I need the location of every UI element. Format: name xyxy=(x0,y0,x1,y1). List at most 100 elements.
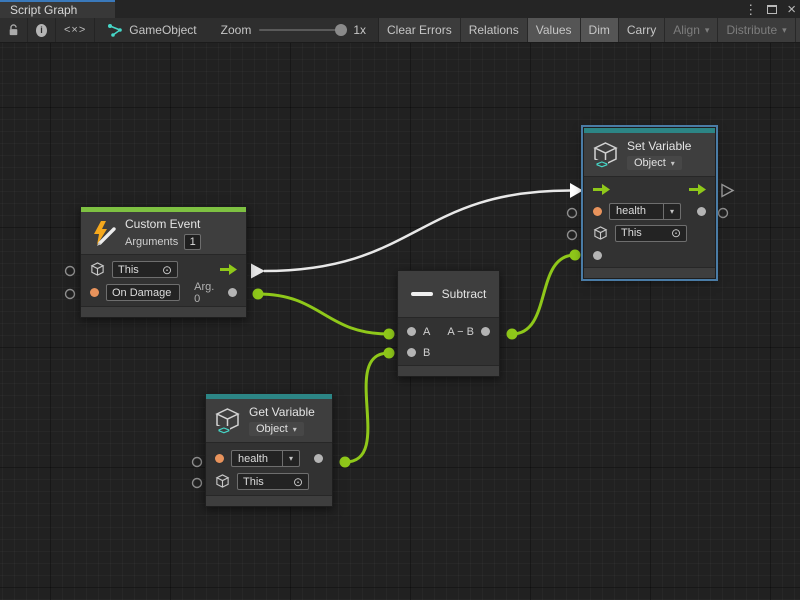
outer-port xyxy=(193,479,202,488)
window-controls: ⋮ × xyxy=(744,0,796,18)
node-title: Subtract xyxy=(442,287,487,301)
tab-script-graph[interactable]: Script Graph xyxy=(0,0,115,18)
node-title: Custom Event xyxy=(125,217,200,231)
flow-output-arrow-icon[interactable] xyxy=(689,184,706,195)
variable-kind-dropdown[interactable]: Object ▾ xyxy=(627,156,682,170)
outer-port xyxy=(719,209,728,218)
value-wire-arg-to-a xyxy=(258,294,389,334)
chevron-down-icon: ▾ xyxy=(671,159,675,168)
chevron-down-icon: ▾ xyxy=(663,204,680,219)
input-b-port[interactable] xyxy=(407,348,416,357)
input-a-label: A xyxy=(423,326,430,338)
cube-icon xyxy=(215,474,230,489)
input-a-port[interactable] xyxy=(407,327,416,336)
chevron-down-icon: ▾ xyxy=(282,451,299,466)
zoom-value: 1x xyxy=(353,23,366,37)
value-wire-get-to-b xyxy=(345,353,389,462)
gameobject-label: GameObject xyxy=(129,23,196,37)
gameobject-context[interactable]: GameObject xyxy=(95,18,210,42)
tab-bar: Script Graph ⋮ × xyxy=(0,0,800,18)
values-toggle[interactable]: Values xyxy=(528,18,581,42)
value-output-port[interactable] xyxy=(314,454,323,463)
custom-event-icon xyxy=(89,219,117,247)
variable-angle-icon: <> xyxy=(217,426,230,437)
code-icon: <×> xyxy=(64,24,86,36)
info-button[interactable]: i xyxy=(28,18,56,42)
graph-canvas[interactable]: Custom Event Arguments 1 This ⊙ xyxy=(0,43,800,600)
flow-input-arrow-icon[interactable] xyxy=(593,184,610,195)
chevron-down-icon: ▾ xyxy=(705,25,710,36)
outer-port xyxy=(568,209,577,218)
event-name-field[interactable]: On Damage xyxy=(106,284,180,301)
this-target-field[interactable]: This ⊙ xyxy=(112,261,178,278)
clear-errors-button[interactable]: Clear Errors xyxy=(379,18,461,42)
cube-icon xyxy=(90,262,105,277)
node-custom-event[interactable]: Custom Event Arguments 1 This ⊙ xyxy=(80,206,247,318)
node-title: Get Variable xyxy=(249,405,315,419)
variable-kind-dropdown[interactable]: Object ▾ xyxy=(249,422,304,436)
value-output-port[interactable] xyxy=(697,207,706,216)
align-dropdown[interactable]: Align▾ xyxy=(665,18,718,42)
this-target-field[interactable]: This ⊙ xyxy=(615,225,687,242)
new-value-input-port[interactable] xyxy=(593,251,602,260)
window-menu-icon[interactable]: ⋮ xyxy=(744,3,757,16)
variable-name-dropdown[interactable]: health ▾ xyxy=(231,450,300,467)
flow-wire xyxy=(264,191,570,272)
maximize-icon[interactable] xyxy=(767,5,777,14)
zoom-control: Zoom 1x xyxy=(211,18,376,42)
outer-port xyxy=(193,458,202,467)
zoom-label: Zoom xyxy=(221,23,252,37)
outer-port xyxy=(66,267,75,276)
subtract-icon xyxy=(411,292,433,296)
outer-port xyxy=(66,290,75,299)
distribute-dropdown[interactable]: Distribute▾ xyxy=(718,18,795,42)
code-view-button[interactable]: <×> xyxy=(56,18,95,42)
chevron-down-icon: ▾ xyxy=(293,425,297,434)
object-picker-icon[interactable]: ⊙ xyxy=(162,264,172,276)
this-target-field[interactable]: This ⊙ xyxy=(237,473,309,490)
variable-name-port[interactable] xyxy=(215,454,224,463)
close-icon[interactable]: × xyxy=(787,2,796,17)
node-footer xyxy=(584,267,715,278)
node-footer xyxy=(206,495,332,506)
variable-name-dropdown[interactable]: health ▾ xyxy=(609,203,681,220)
carry-toggle[interactable]: Carry xyxy=(619,18,665,42)
variable-name-port[interactable] xyxy=(593,207,602,216)
input-b-label: B xyxy=(423,347,430,359)
output-label: A − B xyxy=(447,326,474,338)
arg0-output-port[interactable] xyxy=(228,288,237,297)
result-output-port[interactable] xyxy=(481,327,490,336)
relations-button[interactable]: Relations xyxy=(461,18,528,42)
toolbar-toggles: Clear Errors Relations Values Dim Carry … xyxy=(378,18,800,42)
outer-flow-port xyxy=(722,185,733,197)
zoom-slider[interactable] xyxy=(259,29,345,31)
event-port[interactable] xyxy=(90,288,99,297)
zoom-slider-knob[interactable] xyxy=(335,24,347,36)
lock-icon xyxy=(8,23,19,37)
chevron-down-icon: ▾ xyxy=(782,25,787,36)
cube-icon xyxy=(593,226,608,241)
object-picker-icon[interactable]: ⊙ xyxy=(671,227,681,239)
variable-angle-icon: <> xyxy=(595,160,608,171)
dim-toggle[interactable]: Dim xyxy=(581,18,619,42)
overview-button[interactable]: Overv xyxy=(796,18,800,42)
arg0-label: Arg. 0 xyxy=(194,281,221,305)
lock-button[interactable] xyxy=(0,18,28,42)
arguments-input[interactable]: 1 xyxy=(184,234,201,250)
node-set-variable[interactable]: <> Set Variable Object ▾ xyxy=(583,127,716,279)
flow-wire-start-arrow-icon xyxy=(251,264,265,279)
info-icon: i xyxy=(36,24,47,37)
object-picker-icon[interactable]: ⊙ xyxy=(293,476,303,488)
node-footer xyxy=(398,365,499,376)
script-graph-window: Script Graph ⋮ × i <×> xyxy=(0,0,800,600)
flow-output-arrow-icon[interactable] xyxy=(220,264,237,275)
flow-wire-end-arrow-icon xyxy=(570,183,583,198)
graph-pointer-icon xyxy=(107,23,123,38)
value-wire-sub-to-set xyxy=(512,255,575,334)
node-subtract[interactable]: Subtract A A − B B xyxy=(397,270,500,377)
graph-toolbar: i <×> GameObject Zoom 1x Clear Errors Re… xyxy=(0,18,800,43)
tab-title: Script Graph xyxy=(10,3,77,17)
node-get-variable[interactable]: <> Get Variable Object ▾ health ▾ xyxy=(205,393,333,507)
outer-port xyxy=(568,231,577,240)
arguments-label: Arguments xyxy=(125,236,178,248)
